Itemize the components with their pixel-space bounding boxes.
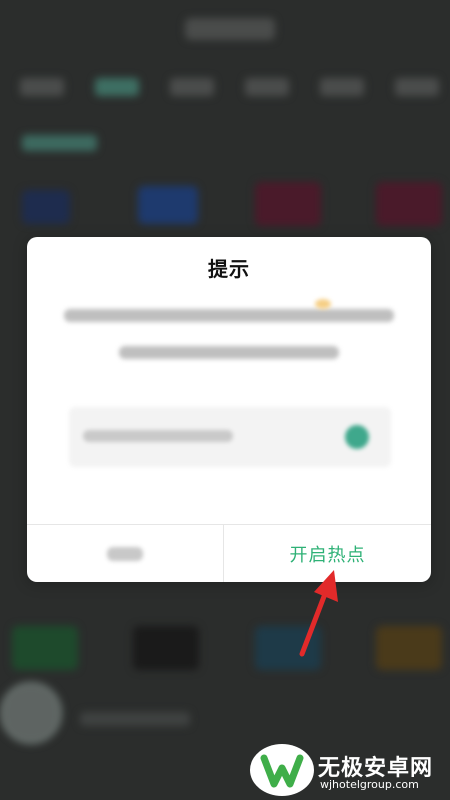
dialog-message-line (64, 309, 394, 322)
watermark-url: wjhotelgroup.com (320, 778, 419, 791)
background-app-tile (12, 626, 78, 670)
hotspot-dialog: 提示 开启热点 (27, 237, 431, 582)
background-app-tile (138, 186, 198, 224)
watermark: 无极安卓网 wjhotelgroup.com (246, 740, 450, 800)
decorative-dot (315, 299, 331, 309)
background-app-tile (376, 182, 442, 226)
cancel-button-label (107, 546, 143, 561)
background-tab (245, 78, 289, 96)
background-tab (395, 78, 439, 96)
red-arrow-icon (299, 570, 338, 657)
background-app-tile (376, 626, 442, 670)
background-tab-active (95, 78, 139, 96)
hotspot-setting-label (83, 430, 233, 442)
cancel-button[interactable] (27, 525, 223, 582)
background-text (80, 712, 190, 726)
dialog-title: 提示 (208, 257, 250, 281)
dialog-message (57, 309, 401, 383)
watermark-logo-icon (250, 744, 314, 796)
background-tab (170, 78, 214, 96)
background-app-tile (22, 190, 70, 224)
hotspot-toggle[interactable] (345, 425, 369, 449)
background-app-tile (133, 626, 199, 670)
background-tab (320, 78, 364, 96)
background-app-tile (255, 182, 321, 226)
background-tabs (0, 78, 450, 100)
background-tab (20, 78, 64, 96)
dialog-message-line (119, 346, 339, 359)
background-avatar (0, 682, 62, 744)
background-section-header (22, 135, 97, 151)
background-title (185, 18, 275, 40)
hotspot-setting-row[interactable] (69, 407, 391, 467)
